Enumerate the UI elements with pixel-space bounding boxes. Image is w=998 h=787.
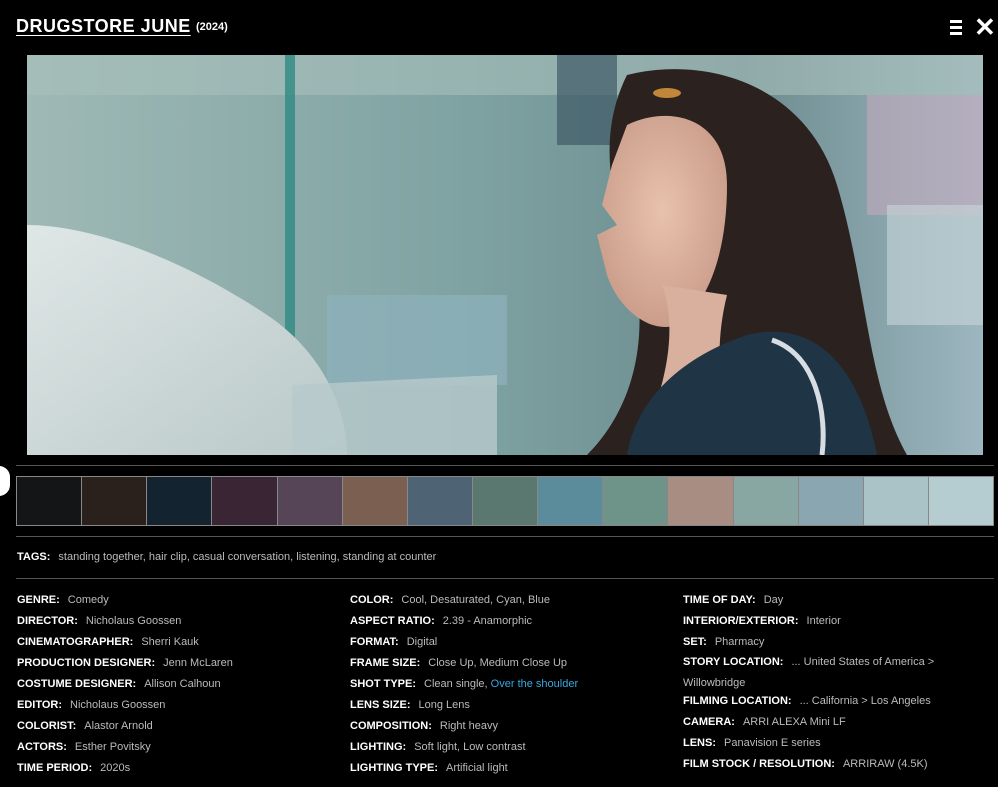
detail-lighting: LIGHTING: Soft light, Low contrast: [350, 741, 526, 753]
detail-aspect-ratio: ASPECT RATIO: 2.39 - Anamorphic: [350, 615, 533, 627]
detail-time-period: TIME PERIOD: 2020s: [17, 762, 131, 774]
detail-color: COLOR: Cool, Desaturated, Cyan, Blue: [350, 594, 550, 606]
detail-composition: COMPOSITION: Right heavy: [350, 720, 498, 732]
detail-shot-type: SHOT TYPE: Clean single, Over the shoulde…: [350, 678, 579, 690]
color-palette: [16, 476, 994, 526]
close-icon[interactable]: ✕: [974, 14, 996, 40]
color-swatch[interactable]: [407, 477, 473, 525]
color-swatch[interactable]: [798, 477, 864, 525]
color-swatch[interactable]: [603, 477, 669, 525]
detail-frame-size: FRAME SIZE: Close Up, Medium Close Up: [350, 657, 568, 669]
detail-lighting-type: LIGHTING TYPE: Artificial light: [350, 762, 508, 774]
header: DRUGSTORE JUNE (2024) ✕: [0, 0, 998, 55]
detail-director: DIRECTOR: Nicholaus Goossen: [17, 615, 182, 627]
detail-lens-size: LENS SIZE: Long Lens: [350, 699, 470, 711]
scroll-handle[interactable]: [0, 466, 10, 496]
divider: [16, 536, 994, 537]
tags-row: TAGS: standing together, hair clip, casua…: [17, 551, 436, 563]
color-swatch[interactable]: [342, 477, 408, 525]
detail-lens: LENS: Panavision E series: [683, 737, 821, 749]
film-still-image: [27, 55, 983, 455]
detail-genre: GENRE: Comedy: [17, 594, 109, 606]
detail-time-of-day: TIME OF DAY: Day: [683, 594, 784, 606]
details-column-3: TIME OF DAY: Day INTERIOR/EXTERIOR: Interi…: [683, 593, 983, 778]
detail-interior-exterior: INTERIOR/EXTERIOR: Interior: [683, 615, 841, 627]
detail-cinematographer: CINEMATOGRAPHER: Sherri Kauk: [17, 636, 199, 648]
color-swatch[interactable]: [538, 477, 604, 525]
detail-story-location: STORY LOCATION:... United States of Amer…: [683, 656, 935, 689]
color-swatch[interactable]: [212, 477, 278, 525]
detail-costume-designer: COSTUME DESIGNER: Allison Calhoun: [17, 678, 221, 690]
color-swatch[interactable]: [277, 477, 343, 525]
tags-value[interactable]: standing together, hair clip, casual con…: [58, 551, 436, 563]
detail-actors: ACTORS: Esther Povitsky: [17, 741, 151, 753]
detail-film-stock: FILM STOCK / RESOLUTION: ARRIRAW (4.5K): [683, 758, 928, 770]
color-swatch[interactable]: [928, 477, 994, 525]
color-swatch[interactable]: [668, 477, 734, 525]
tags-label: TAGS:: [17, 551, 51, 563]
divider: [16, 578, 994, 579]
detail-colorist: COLORIST: Alastor Arnold: [17, 720, 153, 732]
color-swatch[interactable]: [17, 477, 83, 525]
detail-filming-location: FILMING LOCATION:... California > Los An…: [683, 695, 931, 707]
detail-format: FORMAT: Digital: [350, 636, 438, 648]
detail-editor: EDITOR: Nicholaus Goossen: [17, 699, 166, 711]
divider: [16, 465, 994, 466]
film-title[interactable]: DRUGSTORE JUNE: [16, 16, 191, 37]
detail-production-designer: PRODUCTION DESIGNER: Jenn McLaren: [17, 657, 233, 669]
color-swatch[interactable]: [147, 477, 213, 525]
color-swatch[interactable]: [472, 477, 539, 525]
color-swatch[interactable]: [863, 477, 929, 525]
detail-camera: CAMERA: ARRI ALEXA Mini LF: [683, 716, 846, 728]
color-swatch[interactable]: [82, 477, 148, 525]
details-column-1: GENRE: Comedy DIRECTOR: Nicholaus Goossen …: [17, 593, 337, 782]
color-swatch[interactable]: [733, 477, 799, 525]
shot-type-link[interactable]: Over the shoulder: [491, 678, 578, 690]
details-column-2: COLOR: Cool, Desaturated, Cyan, Blue ASPE…: [350, 593, 670, 782]
menu-icon[interactable]: [950, 19, 964, 37]
film-year: (2024): [196, 21, 228, 33]
